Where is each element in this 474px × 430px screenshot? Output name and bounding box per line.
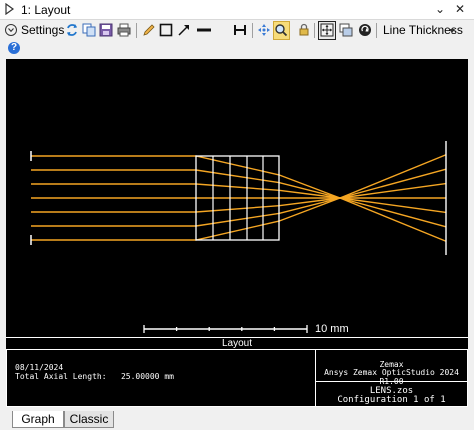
configuration-text: Configuration 1 of 1: [337, 395, 446, 405]
rectangle-button[interactable]: [158, 21, 175, 40]
layout-drawing: [30, 141, 447, 333]
dimension-button[interactable]: [232, 21, 249, 40]
rectangle-icon: [159, 23, 173, 37]
toolbar-separator: [252, 23, 253, 38]
tab-graph[interactable]: Graph: [12, 411, 64, 428]
printer-icon: [117, 23, 131, 37]
pencil-icon: [143, 24, 155, 36]
dimension-icon: [234, 25, 246, 35]
product-name: Ansys Zemax OpticStudio 2024 R1.00: [324, 368, 459, 386]
rotate-button[interactable]: [357, 21, 374, 40]
lock-icon: [299, 23, 309, 36]
settings-button[interactable]: Settings: [4, 21, 65, 40]
magnifier-icon: [275, 24, 288, 37]
pan-button[interactable]: [256, 21, 273, 40]
layout-viewport[interactable]: 10 mm Layout: [6, 59, 468, 349]
toolbar-separator: [376, 23, 377, 38]
tab-classic[interactable]: Classic: [64, 411, 114, 428]
save-icon: [99, 23, 113, 37]
arrow-icon: [178, 25, 189, 36]
fit-view-button[interactable]: [318, 21, 336, 40]
total-axial-length: Total Axial Length: 25.00000 mm: [15, 372, 174, 381]
arrow-button[interactable]: [176, 21, 193, 40]
rotate-icon: [359, 24, 371, 36]
line-button[interactable]: [195, 21, 212, 40]
toolbar-separator: [314, 23, 315, 38]
pencil-button[interactable]: [141, 21, 158, 40]
title-bar: 1: Layout ⌄ ✕: [0, 0, 474, 20]
axial-length-label: Total Axial Length:: [15, 372, 107, 381]
toolbar-separator: [136, 23, 137, 38]
window-stack-icon: [339, 23, 353, 37]
scale-bar-label: 10 mm: [315, 323, 349, 335]
help-icon[interactable]: ?: [8, 42, 20, 54]
dropdown-caret-icon: [449, 29, 455, 33]
axial-length-value: 25.00000 mm: [120, 372, 174, 381]
refresh-button[interactable]: [64, 21, 81, 40]
save-button[interactable]: [98, 21, 115, 40]
copy-button[interactable]: [81, 21, 98, 40]
move-arrows-icon: [258, 24, 270, 36]
pin-dropdown-icon[interactable]: ⌄: [431, 1, 449, 17]
fit-window-icon: [320, 23, 334, 37]
line-icon: [197, 28, 211, 32]
chevron-down-circle-icon: [5, 24, 17, 36]
print-button[interactable]: [116, 21, 133, 40]
refresh-icon: [67, 24, 77, 36]
lock-button[interactable]: [296, 21, 313, 40]
date-text: 08/11/2024: [15, 363, 64, 372]
line-thickness-dropdown[interactable]: Line Thickness: [381, 21, 463, 40]
info-box: 08/11/2024 Total Axial Length: 25.00000 …: [6, 349, 468, 407]
close-icon[interactable]: ✕: [451, 1, 469, 17]
zoom-button[interactable]: [273, 21, 290, 40]
window-menu-arrow-icon[interactable]: [5, 3, 15, 15]
settings-label: Settings: [21, 23, 65, 37]
copy-icon: [82, 23, 96, 37]
toolbar: Settings Line Thickness: [0, 20, 474, 41]
window-title: 1: Layout: [21, 3, 71, 17]
tab-bar: Graph Classic: [0, 408, 474, 430]
window-layout-button[interactable]: [338, 21, 355, 40]
